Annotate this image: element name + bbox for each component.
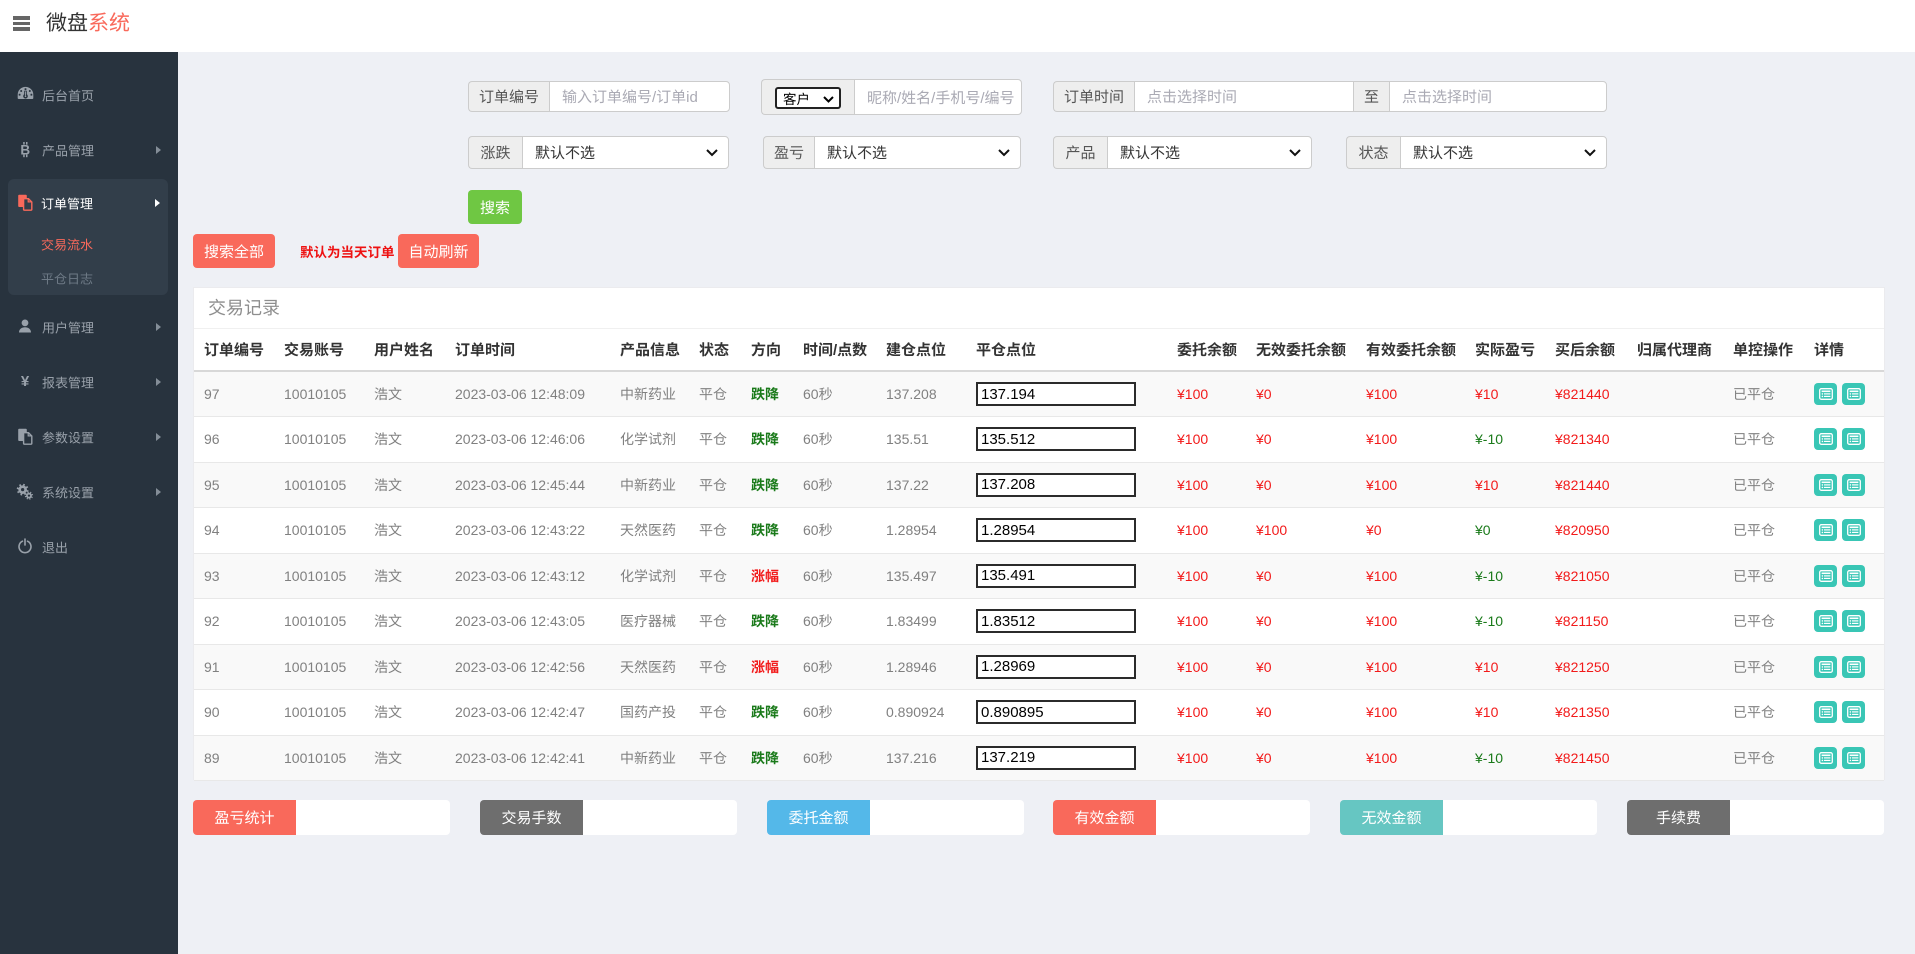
svg-text:B: B xyxy=(20,142,30,157)
